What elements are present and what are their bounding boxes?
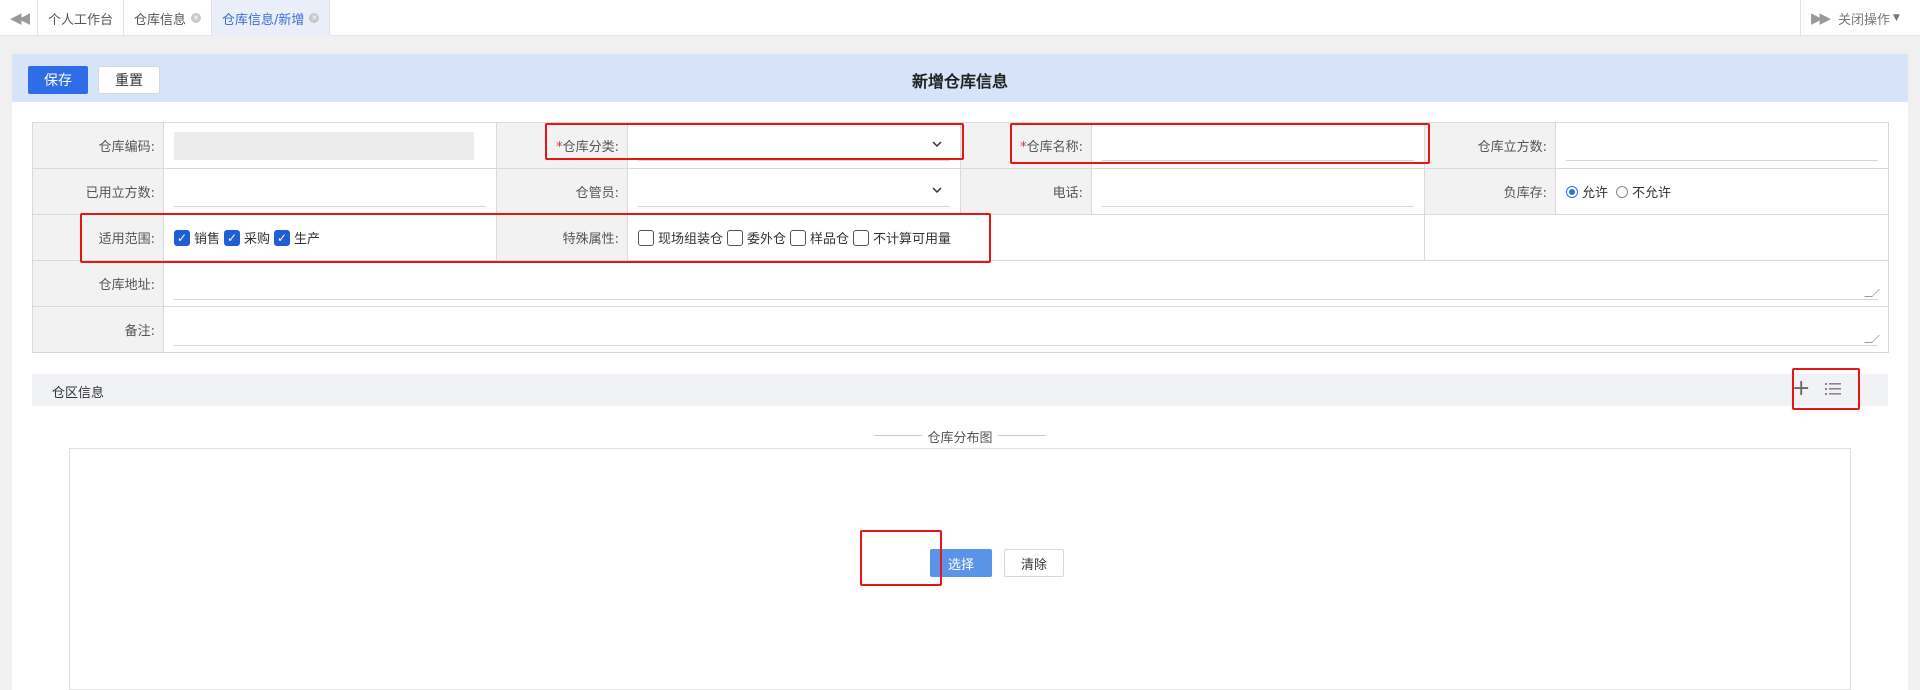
tab-warehouse-info[interactable]: 仓库信息 ×: [124, 0, 213, 36]
used-volume-input[interactable]: [174, 176, 486, 207]
checkbox-purchase[interactable]: ✓: [224, 229, 241, 246]
close-icon[interactable]: ×: [309, 13, 320, 23]
warehouse-code-field: [174, 131, 474, 160]
tab-warehouse-info-new[interactable]: 仓库信息/新增 ×: [212, 0, 331, 36]
address-textarea[interactable]: [174, 268, 1880, 300]
checkbox-production-label: 生产: [294, 232, 321, 247]
scope-checkbox-group: ✓ 销售 ✓ 采购 ✓ 生产: [174, 228, 486, 247]
clear-button[interactable]: 清除: [1004, 549, 1064, 577]
form-panel: 保存 重置 新增仓库信息 仓库编码: *仓库分类: *仓库名称: 仓库立方数: …: [12, 54, 1908, 690]
checkbox-production[interactable]: ✓: [274, 229, 291, 246]
warehouse-name-input[interactable]: [1102, 130, 1414, 161]
checkbox-outsourced-label: 委外仓: [747, 232, 787, 247]
checkbox-sample-label: 样品仓: [810, 232, 850, 247]
warehouse-name-label-cell: *仓库名称:: [960, 122, 1092, 169]
radio-allow[interactable]: [1566, 185, 1578, 198]
distribution-label: 仓库分布图: [927, 431, 993, 446]
checkbox-onsite-assembly[interactable]: [638, 229, 654, 246]
checkbox-sales-label: 销售: [194, 232, 221, 247]
scope-label: 适用范围:: [32, 214, 164, 261]
phone-label: 电话:: [960, 168, 1092, 215]
warehouse-category-select[interactable]: [638, 131, 950, 161]
page-title: 新增仓库信息: [911, 72, 1008, 91]
special-label: 特殊属性:: [496, 214, 628, 261]
radio-allow-label: 允许: [1582, 186, 1609, 201]
tab-label: 仓库信息/新增: [222, 12, 305, 28]
tab-personal-workbench[interactable]: 个人工作台: [38, 0, 125, 36]
used-volume-label: 已用立方数:: [32, 168, 164, 215]
keeper-select[interactable]: [638, 177, 950, 207]
chevron-down-icon: [932, 186, 942, 193]
double-left-arrow-icon[interactable]: ◀◀: [0, 0, 38, 36]
remark-textarea[interactable]: [174, 314, 1880, 346]
phone-input[interactable]: [1102, 176, 1414, 207]
negative-stock-radio-group: 允许 不允许: [1566, 182, 1878, 201]
resize-grip-icon[interactable]: [1864, 288, 1880, 297]
add-icon[interactable]: +: [1792, 376, 1810, 401]
choose-button[interactable]: 选择: [930, 549, 992, 577]
checkbox-onsite-assembly-label: 现场组装仓: [658, 232, 724, 247]
checkbox-exclude-available-label: 不计算可用量: [873, 232, 952, 247]
checkbox-outsourced[interactable]: [727, 229, 744, 246]
warehouse-name-label: 仓库名称:: [1026, 140, 1083, 155]
tab-list: 个人工作台 仓库信息 × 仓库信息/新增 ×: [38, 0, 331, 36]
warehouse-category-label-cell: *仓库分类:: [496, 122, 628, 169]
special-checkbox-group: 现场组装仓 委外仓 样品仓 不计算可用量: [638, 228, 1414, 247]
caret-down-icon: ▼: [1893, 13, 1900, 23]
tab-label: 仓库信息: [134, 12, 187, 28]
close-operations-label: 关闭操作: [1838, 12, 1891, 28]
warehouse-volume-input[interactable]: [1566, 130, 1878, 161]
warehouse-code-label: 仓库编码:: [32, 122, 164, 169]
tab-bar: ◀◀ 个人工作台 仓库信息 × 仓库信息/新增 × ▶▶ 关闭操作 ▼: [0, 0, 1920, 36]
resize-grip-icon[interactable]: [1864, 334, 1880, 343]
checkbox-exclude-available[interactable]: [853, 229, 870, 246]
keeper-label: 仓管员:: [496, 168, 628, 215]
tab-label: 个人工作台: [48, 12, 114, 28]
warehouse-form: 仓库编码: *仓库分类: *仓库名称: 仓库立方数: 已用立方数: 仓管员: 电: [32, 122, 1889, 353]
checkbox-sales[interactable]: ✓: [174, 229, 190, 246]
chevron-down-icon: [932, 140, 942, 147]
panel-header: 保存 重置 新增仓库信息: [12, 54, 1908, 102]
warehouse-volume-label: 仓库立方数:: [1424, 122, 1556, 169]
close-icon[interactable]: ×: [191, 13, 202, 23]
list-icon[interactable]: [1824, 380, 1842, 398]
zone-info-section: 仓区信息 +: [32, 374, 1888, 406]
checkbox-purchase-label: 采购: [244, 232, 271, 247]
negative-stock-label: 负库存:: [1424, 168, 1556, 215]
remark-label: 备注:: [32, 306, 164, 353]
checkbox-sample[interactable]: [790, 229, 807, 246]
empty-cell: [1424, 214, 1889, 261]
section-title: 仓区信息: [52, 386, 105, 401]
address-label: 仓库地址:: [32, 260, 164, 307]
close-operations-dropdown[interactable]: 关闭操作 ▼: [1838, 0, 1900, 36]
warehouse-category-label: 仓库分类:: [562, 140, 619, 155]
distribution-map-area: 选择 清除: [69, 448, 1851, 690]
radio-disallow[interactable]: [1616, 185, 1629, 198]
double-right-arrow-icon[interactable]: ▶▶: [1800, 0, 1838, 36]
radio-disallow-label: 不允许: [1632, 186, 1672, 201]
